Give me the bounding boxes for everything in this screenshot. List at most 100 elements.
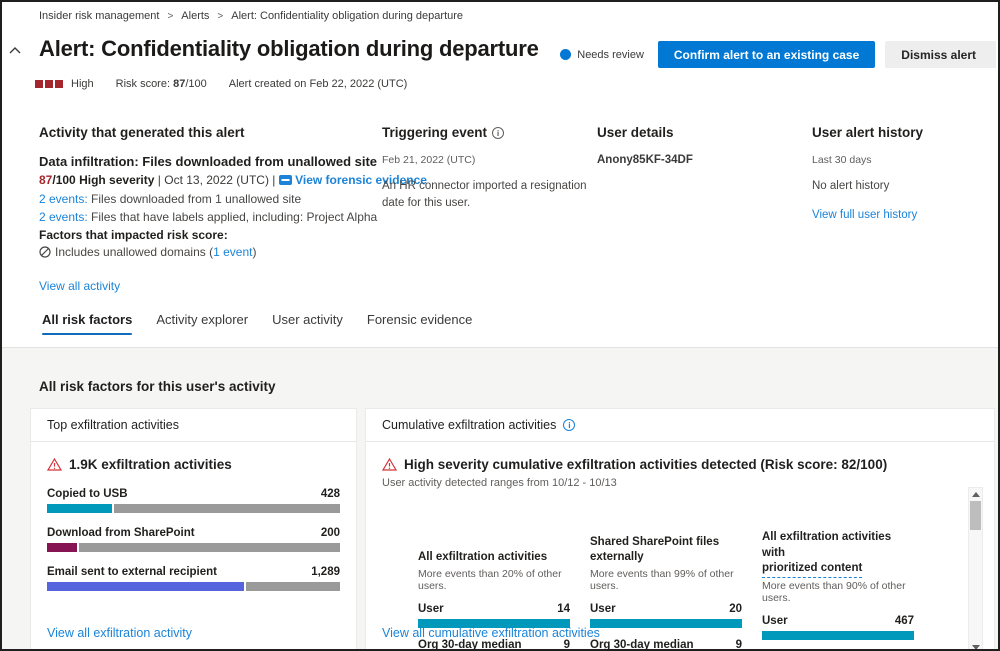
scroll-up-icon[interactable]: [968, 488, 983, 501]
exfiltration-bar-row: Copied to USB428: [47, 488, 340, 513]
cumulative-column-note: More events than 90% of other users.: [762, 580, 914, 604]
bar-remainder: [114, 504, 340, 513]
cumulative-column-note: More events than 20% of other users.: [418, 568, 570, 592]
user-bar: [590, 619, 742, 628]
factor-event-link[interactable]: 1 event: [213, 245, 252, 259]
breadcrumb-item[interactable]: Insider risk management: [39, 10, 159, 22]
tab-bar: All risk factors Activity explorer User ac…: [42, 312, 472, 335]
top-exfiltration-card: Top exfiltration activities 1.9K exfiltr…: [30, 408, 357, 649]
alert-created-date: Alert created on Feb 22, 2022 (UTC): [229, 78, 408, 90]
info-icon[interactable]: i: [492, 127, 504, 139]
risk-factors-section: All risk factors for this user's activit…: [2, 347, 998, 649]
triggering-event-section: Triggering event i Feb 21, 2022 (UTC) An…: [382, 125, 597, 211]
breadcrumb-item[interactable]: Alerts: [181, 10, 209, 22]
tab-forensic-evidence[interactable]: Forensic evidence: [367, 312, 473, 335]
activity-event-title: Data infiltration: Files downloaded from…: [39, 154, 379, 169]
user-label: User: [418, 603, 444, 615]
cumulative-exfiltration-card: Cumulative exfiltration activities i Hig…: [365, 408, 995, 649]
tab-all-risk-factors[interactable]: All risk factors: [42, 312, 132, 335]
user-bar: [762, 631, 914, 640]
triggering-event-description: An HR connector imported a resignation d…: [382, 178, 597, 211]
bar-track: [47, 504, 340, 513]
user-metric: User20: [590, 603, 742, 615]
view-all-activity-link[interactable]: View all activity: [39, 279, 120, 293]
page: Insider risk management > Alerts > Alert: Co…: [0, 0, 1000, 651]
cumulative-column: Shared SharePoint files externallyMore e…: [590, 530, 742, 651]
exfiltration-bar-row: Email sent to external recipient1,289: [47, 566, 340, 591]
cumulative-column-note: More events than 99% of other users.: [590, 568, 742, 592]
view-all-exfiltration-link[interactable]: View all exfiltration activity: [47, 626, 192, 640]
header-actions: Needs review Confirm alert to an existin…: [560, 41, 996, 68]
activity-score-line: 87/100 High severity | Oct 13, 2022 (UTC…: [39, 173, 379, 187]
user-label: User: [762, 615, 788, 627]
user-alert-history-section: User alert history Last 30 days No alert…: [812, 125, 992, 221]
scrollbar-thumb[interactable]: [970, 501, 981, 530]
median-value: 9: [736, 639, 742, 651]
top-exfiltration-bars: Copied to USB428Download from SharePoint…: [47, 488, 340, 591]
top-exfiltration-card-title: Top exfiltration activities: [31, 409, 356, 442]
factor-line: Includes unallowed domains (1 event): [39, 245, 379, 259]
bar-label: Copied to USB: [47, 488, 128, 500]
tab-user-activity[interactable]: User activity: [272, 312, 343, 335]
events-count-link[interactable]: 2 events:: [39, 192, 88, 206]
info-icon[interactable]: i: [563, 419, 575, 431]
risk-score: Risk score: 87/100: [116, 78, 207, 90]
user-value: 20: [729, 603, 742, 615]
events-count-link[interactable]: 2 events:: [39, 210, 88, 224]
vertical-scrollbar[interactable]: [968, 487, 983, 651]
severity-label: High: [71, 78, 94, 90]
risk-factors-heading: All risk factors for this user's activit…: [39, 379, 276, 394]
cumulative-column-title: All exfiltration activities: [418, 530, 570, 566]
history-period: Last 30 days: [812, 154, 992, 166]
median-metric: Org 30-day median9: [590, 639, 742, 651]
user-alert-history-heading: User alert history: [812, 125, 992, 140]
confirm-alert-button[interactable]: Confirm alert to an existing case: [658, 41, 875, 68]
bar-fill: [590, 619, 742, 628]
view-all-cumulative-link[interactable]: View all cumulative exfiltration activit…: [382, 626, 600, 640]
activity-event-line: 2 events: Files downloaded from 1 unallo…: [39, 192, 379, 206]
exfiltration-warning-heading: 1.9K exfiltration activities: [47, 457, 340, 472]
needs-review-dot-icon: [560, 49, 571, 60]
view-full-user-history-link[interactable]: View full user history: [812, 209, 917, 221]
status-label: Needs review: [577, 49, 644, 61]
user-name: Anony85KF-34DF: [597, 154, 792, 166]
tab-activity-explorer[interactable]: Activity explorer: [156, 312, 248, 335]
history-status: No alert history: [812, 178, 992, 195]
factor-text: Includes unallowed domains (1 event): [55, 245, 256, 259]
bar-fill: [47, 504, 112, 513]
activity-event-line: 2 events: Files that have labels applied…: [39, 210, 379, 224]
bar-value: 200: [321, 527, 340, 539]
breadcrumb-item[interactable]: Alert: Confidentiality obligation during…: [231, 10, 463, 22]
activity-heading: Activity that generated this alert: [39, 125, 379, 140]
unallowed-domain-icon: [39, 246, 51, 258]
user-value: 467: [895, 615, 914, 627]
breadcrumb-separator: >: [217, 11, 223, 22]
breadcrumb-separator: >: [167, 11, 173, 22]
breadcrumb: Insider risk management > Alerts > Alert: Co…: [39, 10, 463, 22]
user-metric: User 467: [762, 615, 914, 627]
activity-events-list: 2 events: Files downloaded from 1 unallo…: [39, 192, 379, 224]
collapse-chevron-icon[interactable]: [8, 44, 22, 58]
event-text: Files that have labels applied, includin…: [88, 210, 378, 224]
severity-squares-icon: [35, 80, 63, 88]
median-metric: Org 30-day median 9: [418, 639, 570, 651]
dismiss-alert-button[interactable]: Dismiss alert: [885, 41, 996, 68]
alert-meta-row: High Risk score: 87/100 Alert created on…: [35, 78, 407, 90]
cumulative-column-title: Shared SharePoint files externally: [590, 530, 742, 566]
triggering-event-date: Feb 21, 2022 (UTC): [382, 154, 597, 166]
bar-remainder: [246, 582, 340, 591]
bar-track: [47, 543, 340, 552]
median-label: Org 30-day median: [418, 639, 522, 651]
cumulative-column: All exfiltration activities withprioriti…: [762, 530, 914, 651]
user-metric: User14: [418, 603, 570, 615]
warning-icon: [47, 458, 62, 471]
scroll-down-icon[interactable]: [968, 641, 983, 651]
median-value: 9: [564, 639, 570, 651]
bar-remainder: [79, 543, 340, 552]
prioritized-content-term[interactable]: prioritized content: [762, 561, 862, 578]
cumulative-subtitle: User activity detected ranges from 10/12…: [382, 477, 978, 489]
cumulative-warning-heading: High severity cumulative exfiltration ac…: [382, 457, 978, 472]
status-badge: Needs review: [560, 49, 644, 61]
bar-fill: [47, 582, 244, 591]
bar-label: Email sent to external recipient: [47, 566, 217, 578]
